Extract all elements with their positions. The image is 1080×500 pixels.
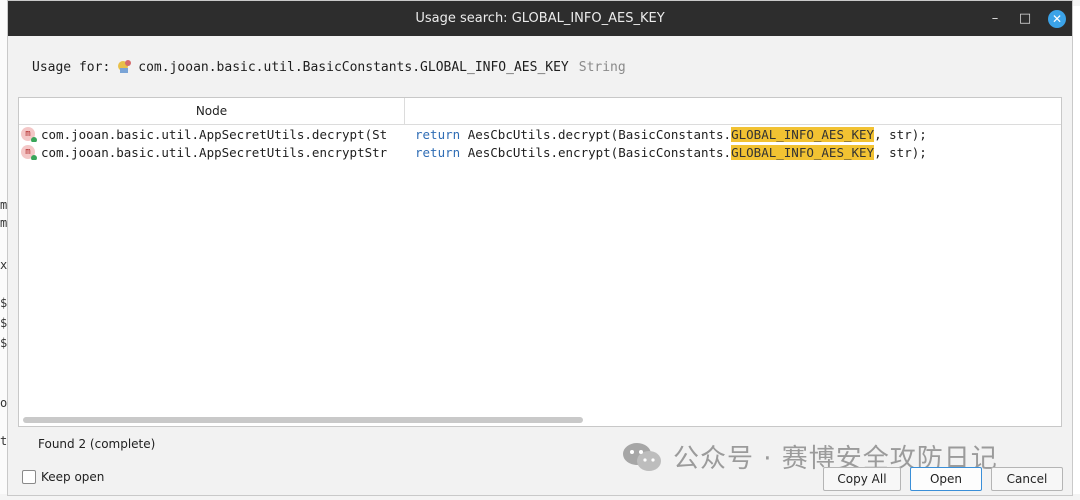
column-header-code[interactable] <box>405 98 1061 124</box>
close-icon[interactable]: ✕ <box>1048 9 1066 28</box>
column-header-node[interactable]: Node <box>19 98 405 124</box>
usage-target-line: Usage for: com.jooan.basic.util.BasicCon… <box>32 59 626 75</box>
node-cell: m com.jooan.basic.util.AppSecretUtils.en… <box>19 145 405 160</box>
code-before: AesCbcUtils.decrypt(BasicConstants. <box>467 126 732 142</box>
match-highlight: GLOBAL_INFO_AES_KEY <box>731 126 875 142</box>
code-cell: return AesCbcUtils.decrypt(BasicConstant… <box>405 126 1061 142</box>
usage-label: Usage for: <box>32 59 111 75</box>
cancel-button[interactable]: Cancel <box>991 467 1063 491</box>
table-row[interactable]: m com.jooan.basic.util.AppSecretUtils.de… <box>19 125 1061 143</box>
method-icon: m <box>21 127 37 142</box>
node-text: com.jooan.basic.util.AppSecretUtils.encr… <box>41 144 388 160</box>
maximize-icon[interactable]: □ <box>1012 6 1038 32</box>
constant-field-icon <box>116 59 132 75</box>
code-cell: return AesCbcUtils.encrypt(BasicConstant… <box>405 144 1061 160</box>
code-keyword: return <box>415 126 461 142</box>
window-controls: – □ ✕ <box>982 1 1066 36</box>
code-after: , str); <box>874 144 927 160</box>
usage-target: com.jooan.basic.util.BasicConstants.GLOB… <box>138 59 569 75</box>
code-keyword: return <box>415 144 461 160</box>
minimize-icon[interactable]: – <box>982 6 1008 32</box>
method-icon: m <box>21 145 37 160</box>
table-row[interactable]: m com.jooan.basic.util.AppSecretUtils.en… <box>19 143 1061 161</box>
usage-search-dialog: Usage search: GLOBAL_INFO_AES_KEY – □ ✕ … <box>7 0 1073 496</box>
copy-all-button[interactable]: Copy All <box>823 467 901 491</box>
horizontal-scrollbar[interactable] <box>23 417 583 423</box>
title-bar[interactable]: Usage search: GLOBAL_INFO_AES_KEY – □ ✕ <box>8 1 1072 36</box>
results-table: Node m com.jooan.basic.util.AppSecretUti… <box>18 97 1062 427</box>
wechat-icon <box>621 440 663 474</box>
usage-type: String <box>578 59 626 75</box>
found-status: Found 2 (complete) <box>38 437 156 451</box>
node-cell: m com.jooan.basic.util.AppSecretUtils.de… <box>19 127 405 142</box>
keep-open-option[interactable]: Keep open <box>22 470 104 484</box>
window-title: Usage search: GLOBAL_INFO_AES_KEY <box>415 11 665 26</box>
code-after: , str); <box>874 126 927 142</box>
keep-open-label: Keep open <box>41 470 105 484</box>
code-before: AesCbcUtils.encrypt(BasicConstants. <box>467 144 732 160</box>
open-button[interactable]: Open <box>910 467 982 491</box>
keep-open-checkbox[interactable] <box>22 470 36 484</box>
table-header: Node <box>19 98 1061 125</box>
match-highlight: GLOBAL_INFO_AES_KEY <box>731 144 875 160</box>
node-text: com.jooan.basic.util.AppSecretUtils.decr… <box>41 126 388 142</box>
